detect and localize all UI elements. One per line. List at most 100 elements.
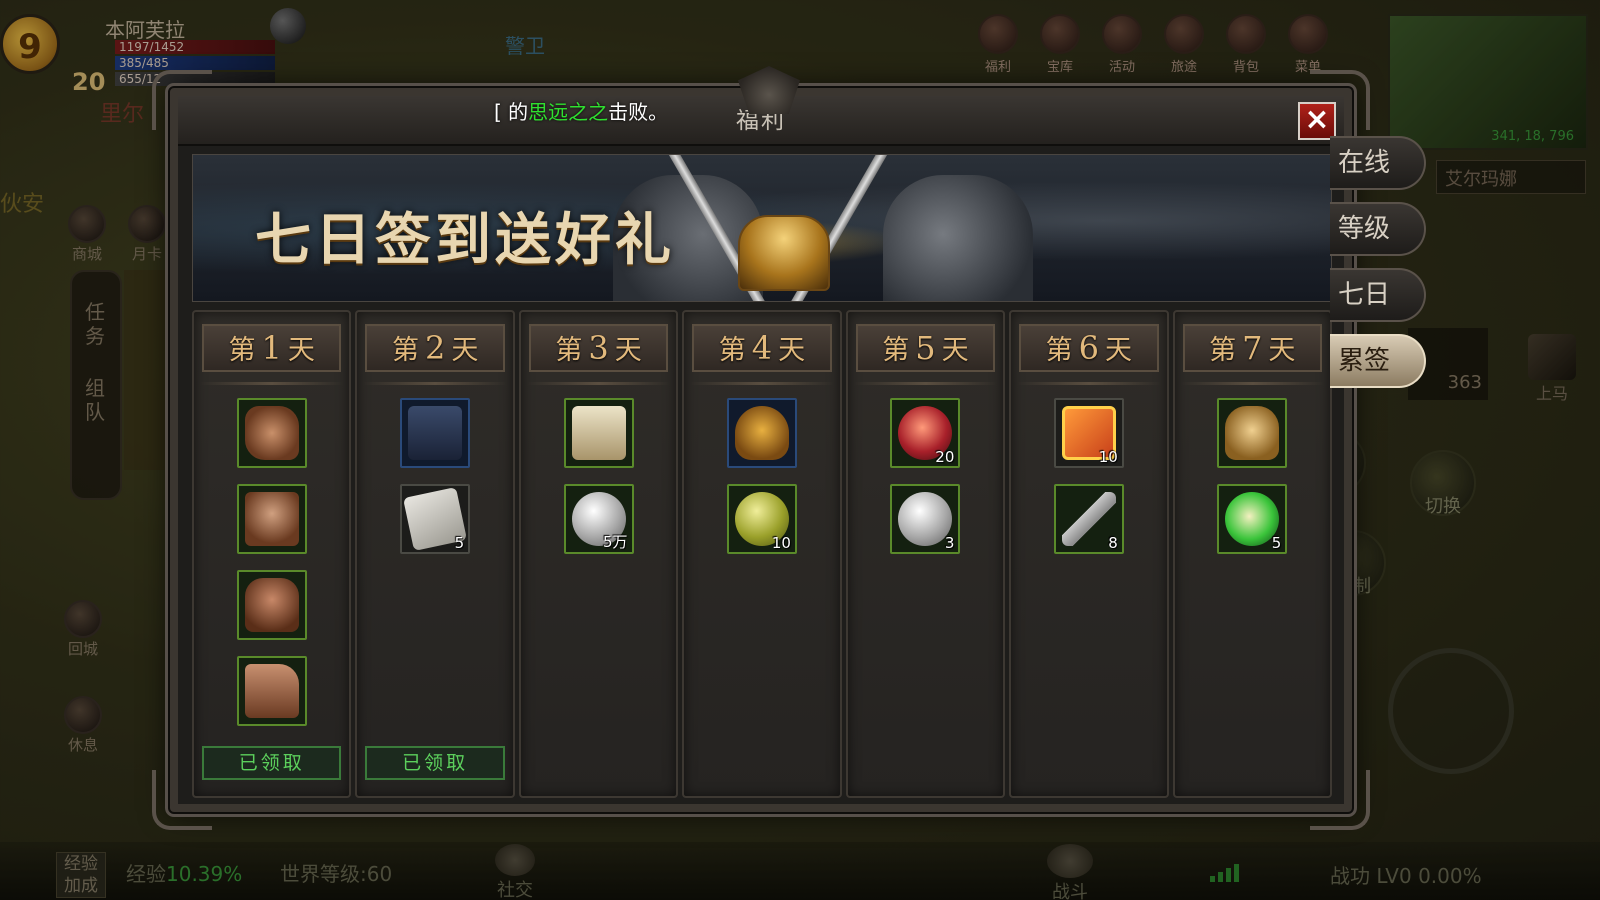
treasure-chest-image — [738, 215, 830, 291]
day-column: 第 6 天 10 8 — [1009, 310, 1169, 798]
reward-item-slot[interactable] — [563, 398, 634, 468]
day-header-prefix: 第 — [1209, 335, 1237, 366]
boots-icon — [244, 664, 299, 718]
gloves-icon — [244, 406, 299, 460]
reward-item-list: 20 3 — [848, 398, 1003, 570]
dialog-header: 福利 × — [178, 66, 1344, 146]
claimed-button[interactable]: 已领取 — [202, 746, 342, 780]
reward-item-list — [194, 398, 349, 742]
divider — [526, 382, 671, 385]
day-header-num: 6 — [1078, 329, 1099, 367]
day-header-prefix: 第 — [1045, 335, 1073, 366]
item-quantity: 3 — [944, 534, 955, 552]
scroll-icon — [571, 406, 626, 460]
divider — [363, 382, 507, 385]
day-header-suffix: 天 — [1105, 335, 1132, 366]
system-msg-player: 思远之之 — [528, 100, 609, 124]
day-header: 第2天 — [365, 324, 505, 372]
reward-item-slot[interactable] — [236, 484, 307, 554]
day-header: 第3天 — [528, 324, 669, 372]
item-quantity: 10 — [771, 534, 791, 552]
item-quantity: 5万 — [603, 533, 628, 551]
divider — [200, 382, 344, 385]
day-header-suffix: 天 — [287, 335, 315, 366]
item-quantity: 5 — [454, 534, 465, 552]
reward-item-slot[interactable]: 20 — [890, 398, 961, 468]
day-column: 第 1 天已领取 — [192, 310, 352, 798]
reward-item-slot[interactable] — [236, 656, 307, 726]
reward-item-slot[interactable]: 5 — [1217, 484, 1288, 554]
day-header-num: 5 — [915, 329, 936, 367]
day-header-num: 7 — [1242, 329, 1263, 367]
item-quantity: 8 — [1108, 534, 1118, 552]
welfare-dialog: 福利 × [ 的思远之之击败。 七日签到送好礼 第 1 天已领取第 2 天 5 已领取第 3 天… — [152, 66, 1370, 830]
close-button[interactable]: × — [1298, 102, 1336, 140]
reward-item-list: 10 8 — [1011, 398, 1166, 570]
day-header-suffix: 天 — [941, 335, 969, 366]
reward-item-list: 10 — [684, 398, 839, 570]
side-tab[interactable]: 累签 — [1330, 334, 1426, 388]
system-kill-message: [ 的思远之之击败。 — [494, 96, 668, 125]
helm-icon — [1225, 406, 1280, 460]
day-header-prefix: 第 — [391, 335, 419, 366]
reward-item-slot[interactable] — [236, 570, 307, 640]
reward-item-list: 5 — [1175, 398, 1330, 570]
suit-icon — [408, 406, 463, 460]
welfare-side-tabs: 在线 等级 七日 累签 — [1330, 136, 1426, 400]
knight-right-image — [883, 175, 1033, 301]
system-msg-prefix: [ 的 — [494, 100, 529, 124]
day-column: 第 3 天 5万 — [518, 310, 679, 798]
day-header-prefix: 第 — [882, 335, 910, 366]
day-column: 第7天 5 — [1172, 310, 1332, 798]
reward-item-slot[interactable] — [1217, 398, 1288, 468]
divider — [1180, 382, 1324, 385]
reward-item-slot[interactable] — [400, 398, 471, 468]
day-header-prefix: 第 — [718, 335, 746, 366]
item-quantity: 5 — [1271, 534, 1282, 552]
reward-item-slot[interactable] — [236, 398, 307, 468]
day-header-suffix: 天 — [778, 335, 806, 366]
day-header-prefix: 第 — [555, 335, 583, 366]
reward-item-slot[interactable]: 5 — [400, 484, 471, 554]
day-column: 第 5 天 20 3 — [845, 310, 1006, 798]
side-tab[interactable]: 等级 — [1330, 202, 1426, 256]
day-header: 第1天 — [202, 324, 342, 372]
day-header: 第4天 — [692, 324, 832, 372]
divider — [1017, 382, 1161, 385]
item-quantity: 20 — [935, 448, 955, 466]
reward-item-list: 5万 — [521, 398, 676, 570]
day-header-prefix: 第 — [228, 335, 256, 366]
item-quantity: 10 — [1098, 448, 1118, 466]
seven-day-banner: 七日签到送好礼 — [192, 154, 1332, 302]
armor-icon — [244, 492, 299, 546]
day-header: 第5天 — [855, 324, 996, 372]
day-header-num: 1 — [261, 329, 282, 367]
system-msg-suffix: 击败。 — [608, 100, 669, 124]
day-column: 第 2 天 5 已领取 — [355, 310, 515, 798]
side-tab[interactable]: 七日 — [1330, 268, 1426, 322]
day-header: 第7天 — [1182, 324, 1322, 372]
claimed-button[interactable]: 已领取 — [365, 746, 505, 780]
reward-item-slot[interactable]: 3 — [890, 484, 961, 554]
banner-title: 七日签到送好礼 — [255, 207, 675, 273]
day-header-suffix: 天 — [1268, 335, 1296, 366]
day-column: 第 4 天 10 — [682, 310, 842, 798]
divider — [853, 382, 998, 385]
day-header-suffix: 天 — [614, 335, 642, 366]
day-header: 第6天 — [1019, 324, 1159, 372]
day-header-num: 4 — [751, 329, 773, 367]
owl-icon — [734, 406, 789, 460]
day-header-num: 2 — [424, 329, 446, 367]
day-header-suffix: 天 — [451, 335, 479, 366]
reward-item-slot[interactable]: 8 — [1053, 484, 1124, 554]
reward-item-slot[interactable]: 10 — [1053, 398, 1124, 468]
day-reward-columns: 第 1 天已领取第 2 天 5 已领取第 3 天 5万第 4 天 10 第 5 天 20 3 第 6 天 10 8 第 7 天 5 — [192, 310, 1332, 798]
reward-item-slot[interactable]: 5万 — [563, 484, 634, 554]
reward-item-list: 5 — [357, 398, 512, 570]
reward-item-slot[interactable] — [726, 398, 797, 468]
reward-item-slot[interactable]: 10 — [726, 484, 797, 554]
side-tab[interactable]: 在线 — [1330, 136, 1426, 190]
chestplate-icon — [244, 578, 299, 632]
divider — [690, 382, 834, 385]
day-header-num: 3 — [588, 329, 609, 367]
